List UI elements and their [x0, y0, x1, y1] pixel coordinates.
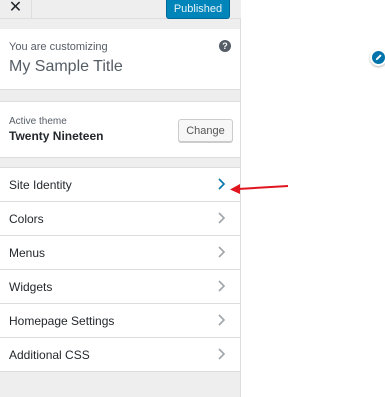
customizer-panel: ✕ Published You are customizing My Sampl… [0, 0, 241, 397]
section-label: Site Identity [9, 178, 72, 192]
active-theme-section: Active theme Twenty Nineteen Change [0, 101, 240, 158]
customizer-header: ✕ Published [0, 0, 241, 19]
theme-name: Twenty Nineteen [9, 129, 104, 143]
site-title: My Sample Title [9, 58, 123, 75]
chevron-right-icon [218, 280, 226, 292]
help-icon[interactable]: ? [219, 40, 231, 52]
pencil-icon [375, 54, 382, 61]
active-theme-label: Active theme [9, 116, 67, 127]
section-label: Menus [9, 246, 46, 260]
section-label: Widgets [9, 280, 53, 294]
close-button[interactable]: ✕ [0, 0, 32, 18]
annotation-arrow [230, 184, 289, 194]
customizing-label: You are customizing [9, 41, 108, 53]
section-homepage-settings[interactable]: Homepage Settings [0, 304, 240, 338]
section-label: Homepage Settings [9, 314, 115, 328]
section-label: Colors [9, 212, 44, 226]
chevron-right-icon [218, 314, 226, 326]
publish-button[interactable]: Published [166, 0, 230, 19]
section-site-identity[interactable]: Site Identity [0, 168, 240, 202]
chevron-right-icon [218, 178, 226, 190]
chevron-right-icon [218, 348, 226, 360]
section-colors[interactable]: Colors [0, 202, 240, 236]
edit-shortcut-button[interactable] [370, 49, 385, 66]
chevron-right-icon [218, 246, 226, 258]
close-icon: ✕ [8, 0, 23, 16]
chevron-right-icon [218, 212, 226, 224]
section-menus[interactable]: Menus [0, 236, 240, 270]
customizer-sections: Site Identity Colors Menus Widgets Homep… [0, 167, 240, 372]
change-theme-button[interactable]: Change [178, 119, 233, 142]
section-label: Additional CSS [9, 348, 90, 362]
section-widgets[interactable]: Widgets [0, 270, 240, 304]
section-additional-css[interactable]: Additional CSS [0, 338, 240, 372]
customize-info: You are customizing My Sample Title ? [0, 29, 240, 90]
